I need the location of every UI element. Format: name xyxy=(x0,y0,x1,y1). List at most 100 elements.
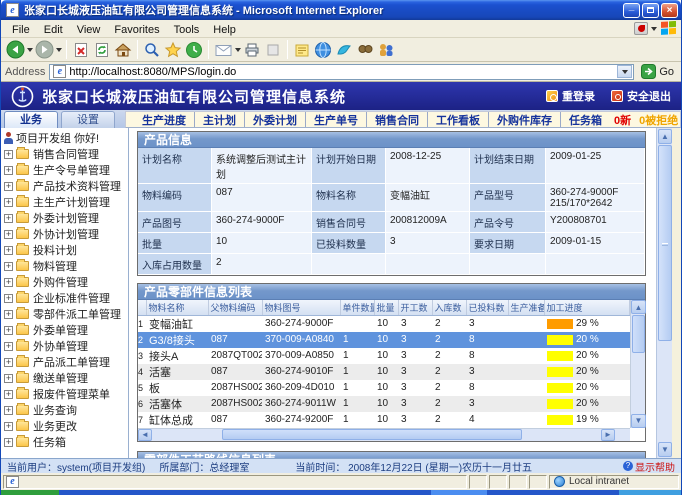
expand-plus-icon[interactable] xyxy=(4,214,13,223)
tree-item[interactable]: 报废件管理菜单 xyxy=(1,386,128,402)
expand-plus-icon[interactable] xyxy=(4,422,13,431)
column-header[interactable]: 加工进度 xyxy=(544,300,630,315)
scroll-right-button[interactable]: ► xyxy=(601,429,615,441)
go-button[interactable]: Go xyxy=(638,64,677,79)
column-header[interactable]: 物料名称 xyxy=(146,300,208,315)
expand-plus-icon[interactable] xyxy=(4,262,13,271)
discuss-button[interactable] xyxy=(292,40,312,60)
tree-root-user[interactable]: 项目开发组 你好! xyxy=(1,130,128,146)
scroll-up-button[interactable]: ▲ xyxy=(631,300,646,314)
nav-item[interactable]: 生产单号 xyxy=(305,112,366,128)
tab-business[interactable]: 业务 xyxy=(4,111,58,128)
scroll-thumb-horizontal[interactable] xyxy=(222,429,522,440)
minimize-button[interactable] xyxy=(623,3,640,18)
web-globe-button[interactable] xyxy=(313,40,333,60)
windows-taskbar-sliver[interactable] xyxy=(1,490,681,495)
tree-item[interactable]: 投料计划 xyxy=(1,242,128,258)
column-header[interactable]: 开工数 xyxy=(398,300,432,315)
parts-row[interactable]: 2 G3/8接头 087 370-009-A0840 1 10 3 2 8 xyxy=(138,332,630,348)
expand-plus-icon[interactable] xyxy=(4,358,13,367)
tab-settings[interactable]: 设置 xyxy=(61,111,115,128)
expand-plus-icon[interactable] xyxy=(4,182,13,191)
tree-item[interactable]: 外购件管理 xyxy=(1,274,128,290)
expand-plus-icon[interactable] xyxy=(4,374,13,383)
tree-item[interactable]: 缴送单管理 xyxy=(1,370,128,386)
parts-row[interactable]: 7 缸体总成 087 360-274-9200F 1 10 3 2 4 xyxy=(138,412,630,428)
tree-item[interactable]: 外委计划管理 xyxy=(1,210,128,226)
menu-item[interactable]: View xyxy=(70,23,108,37)
page-scroll-thumb[interactable] xyxy=(658,145,672,341)
tree-item[interactable]: 任务箱 xyxy=(1,434,128,450)
tree-item[interactable]: 外协单管理 xyxy=(1,338,128,354)
menu-item[interactable]: Favorites xyxy=(107,23,166,37)
parts-row[interactable]: 4 活塞 087 360-274-9010F 1 10 3 2 3 xyxy=(138,364,630,380)
nav-item[interactable]: 主计划 xyxy=(194,112,244,128)
tree-item[interactable]: 业务更改 xyxy=(1,418,128,434)
tree-item[interactable]: 生产令号单管理 xyxy=(1,162,128,178)
tree-item[interactable]: 零部件派工单管理 xyxy=(1,306,128,322)
parts-row[interactable]: 1 变幅油缸 360-274-9000F 10 3 2 3 xyxy=(138,315,630,332)
page-scroll-up-button[interactable]: ▲ xyxy=(658,129,672,144)
nav-item[interactable]: 工作看板 xyxy=(427,112,488,128)
search-button[interactable] xyxy=(142,40,162,60)
scroll-down-button[interactable]: ▼ xyxy=(631,414,646,428)
logout-button[interactable]: 安全退出 xyxy=(611,88,671,104)
parts-row[interactable]: 6 活塞体 2087HS002 360-274-9011W 1 10 3 2 3 xyxy=(138,396,630,412)
back-dropdown-icon[interactable] xyxy=(27,48,33,52)
column-header[interactable]: 父物料编码 xyxy=(208,300,262,315)
expand-plus-icon[interactable] xyxy=(4,198,13,207)
tree-item[interactable]: 主生产计划管理 xyxy=(1,194,128,210)
menu-item[interactable]: Help xyxy=(206,23,243,37)
adobe-pdf-button[interactable] xyxy=(634,22,648,35)
parts-row[interactable]: 3 接头A 2087QT002 370-009-A0850 1 10 3 2 8 xyxy=(138,348,630,364)
nav-item[interactable]: 销售合同 xyxy=(366,112,427,128)
column-header[interactable]: 物料图号 xyxy=(262,300,340,315)
refresh-button[interactable] xyxy=(92,40,112,60)
expand-plus-icon[interactable] xyxy=(4,326,13,335)
maximize-button[interactable] xyxy=(642,3,659,18)
print-button[interactable] xyxy=(242,40,262,60)
parts-horizontal-scrollbar[interactable]: ◄ ► xyxy=(138,428,630,441)
mail-button[interactable] xyxy=(213,40,234,60)
expand-plus-icon[interactable] xyxy=(4,294,13,303)
mail-dropdown-icon[interactable] xyxy=(235,48,241,52)
page-scrollbar[interactable]: ▲ ▼ xyxy=(656,128,672,458)
nav-item[interactable]: 任务箱 xyxy=(560,112,610,128)
expand-plus-icon[interactable] xyxy=(4,230,13,239)
relogin-button[interactable]: 重登录 xyxy=(546,88,595,104)
expand-plus-icon[interactable] xyxy=(4,342,13,351)
address-dropdown[interactable] xyxy=(617,65,632,78)
messenger-button[interactable] xyxy=(334,40,354,60)
scroll-thumb[interactable] xyxy=(632,315,645,353)
column-header[interactable]: 已投料数 xyxy=(466,300,508,315)
column-header[interactable]: 生产准备 xyxy=(508,300,544,315)
close-button[interactable]: × xyxy=(661,3,678,18)
edit-button[interactable] xyxy=(263,40,283,60)
expand-plus-icon[interactable] xyxy=(4,310,13,319)
stop-button[interactable] xyxy=(71,40,91,60)
expand-plus-icon[interactable] xyxy=(4,278,13,287)
expand-plus-icon[interactable] xyxy=(4,390,13,399)
column-header[interactable]: 批量 xyxy=(374,300,398,315)
tree-item[interactable]: 物料管理 xyxy=(1,258,128,274)
favorites-button[interactable] xyxy=(163,40,183,60)
page-scroll-down-button[interactable]: ▼ xyxy=(658,442,672,457)
contacts-button[interactable] xyxy=(376,40,396,60)
parts-row[interactable]: 5 板 2087HS002 360-209-4D010 1 10 3 2 8 xyxy=(138,380,630,396)
scroll-left-button[interactable]: ◄ xyxy=(138,429,152,441)
research-button[interactable] xyxy=(355,40,375,60)
history-button[interactable] xyxy=(184,40,204,60)
pdf-dropdown-icon[interactable] xyxy=(651,27,657,31)
nav-item[interactable]: 生产进度 xyxy=(134,112,194,128)
expand-plus-icon[interactable] xyxy=(4,406,13,415)
address-input[interactable]: e http://localhost:8080/MPS/login.do xyxy=(49,64,634,80)
expand-plus-icon[interactable] xyxy=(4,438,13,447)
column-header[interactable]: 单件数量 xyxy=(340,300,374,315)
nav-item[interactable]: 外购件库存 xyxy=(488,112,560,128)
home-button[interactable] xyxy=(113,40,133,60)
tree-item[interactable]: 企业标准件管理 xyxy=(1,290,128,306)
menu-item[interactable]: Edit xyxy=(37,23,70,37)
column-header[interactable]: 入库数 xyxy=(432,300,466,315)
tree-item[interactable]: 外委单管理 xyxy=(1,322,128,338)
nav-item[interactable]: 外委计划 xyxy=(244,112,305,128)
